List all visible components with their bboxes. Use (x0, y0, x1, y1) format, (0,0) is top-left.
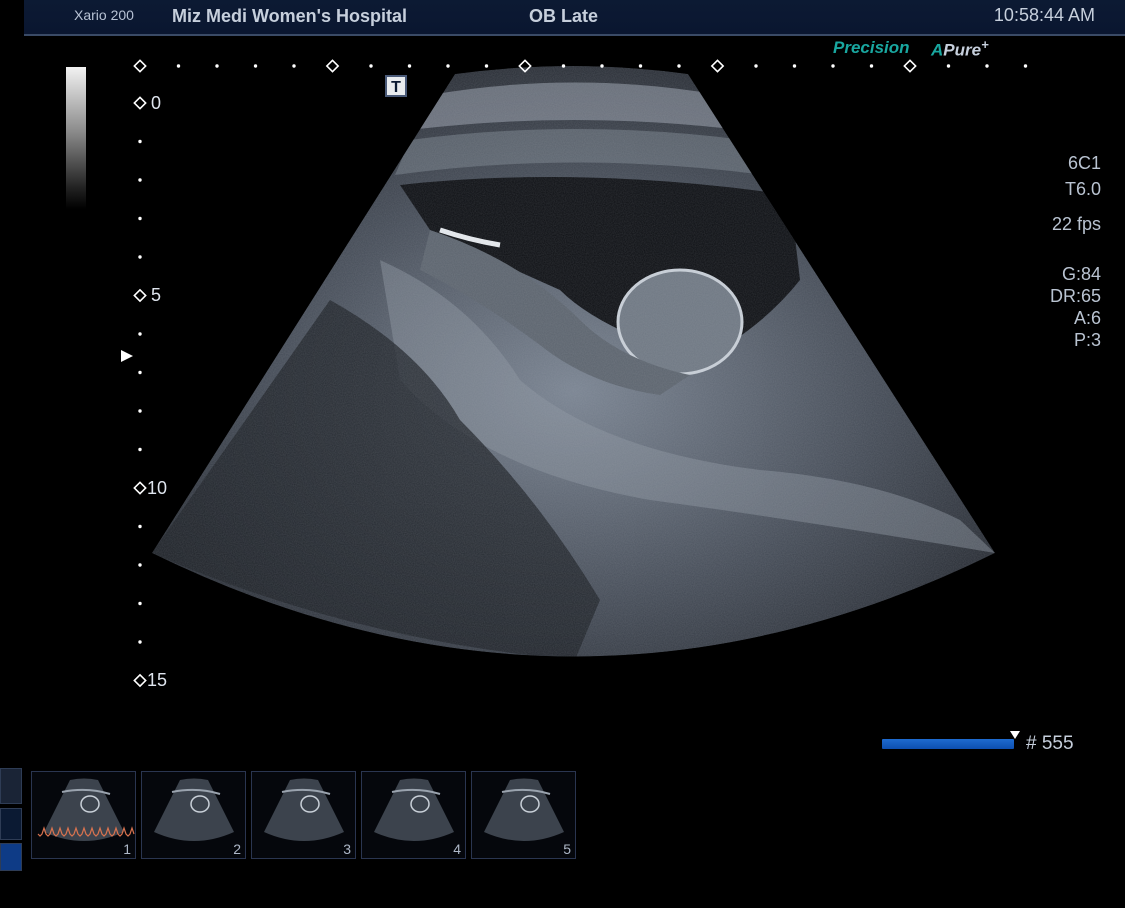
ultrasound-sector (152, 66, 995, 657)
p-param-label: P:3 (1073, 330, 1101, 350)
lateral-tick (946, 64, 951, 68)
depth-tick (138, 601, 142, 606)
depth-tick (138, 216, 142, 221)
depth-tick (133, 481, 147, 495)
lateral-tick (253, 64, 258, 68)
depth-tick (138, 447, 142, 452)
depth-tick (138, 640, 142, 644)
side-tab-chevron[interactable] (0, 768, 22, 804)
depth-tick (138, 370, 142, 375)
thumbnail-number: 5 (563, 841, 571, 857)
lateral-tick (561, 64, 566, 68)
depth-label-0: 0 (151, 93, 162, 113)
a-param-label: A:6 (1073, 308, 1101, 328)
thumbnail-number: 3 (343, 841, 351, 857)
side-tab-active[interactable] (0, 843, 22, 871)
side-tab[interactable] (0, 808, 22, 840)
depth-scale (133, 96, 147, 688)
lateral-tick (754, 64, 758, 68)
lateral-tick (369, 64, 373, 68)
ultrasound-screen: Xario 200 Miz Medi Women's Hospital OB L… (0, 0, 1125, 908)
lateral-tick (215, 64, 219, 68)
thumbnail-number: 1 (123, 841, 131, 857)
lateral-tick (677, 64, 681, 68)
lateral-tick (638, 64, 643, 68)
depth-tick (138, 332, 142, 336)
lateral-tick (484, 64, 489, 68)
thumbnail-4[interactable]: 4 (361, 771, 466, 859)
depth-label-5: 5 (151, 285, 162, 305)
gain-label: G:84 (1061, 264, 1101, 284)
lateral-tick (133, 59, 147, 73)
depth-label-15: 15 (147, 670, 168, 690)
thumbnail-1[interactable]: 1 (31, 771, 136, 859)
lateral-tick (446, 64, 450, 68)
depth-tick (138, 409, 142, 413)
depth-tick (138, 563, 142, 567)
depth-tick (138, 524, 142, 529)
thumbnail-3[interactable]: 3 (251, 771, 356, 859)
dynamic-range-label: DR:65 (1049, 286, 1101, 306)
cine-progress-bar[interactable] (882, 739, 1014, 749)
lateral-tick (325, 59, 340, 73)
probe-label: 6C1 (1067, 153, 1101, 173)
thumbnail-side-tabs (0, 768, 22, 908)
lateral-tick (831, 64, 835, 68)
lateral-tick (407, 64, 412, 68)
lateral-tick (710, 59, 725, 73)
depth-label-10: 10 (147, 478, 168, 498)
depth-tick (133, 96, 147, 110)
depth-tick (138, 139, 142, 144)
lateral-tick (1023, 64, 1028, 68)
t-marker-icon[interactable]: T (385, 75, 407, 97)
depth-tick (133, 288, 147, 303)
thumbnail-number: 2 (233, 841, 241, 857)
depth-tick (138, 255, 142, 259)
lateral-tick (792, 64, 797, 68)
focus-marker[interactable] (121, 350, 133, 362)
thumbnail-2[interactable]: 2 (141, 771, 246, 859)
lateral-tick (600, 64, 604, 68)
depth-tick (138, 178, 142, 182)
lateral-tick (903, 59, 917, 73)
lateral-tick (985, 64, 989, 68)
thumbnail-5[interactable]: 5 (471, 771, 576, 859)
fps-label: 22 fps (1051, 214, 1101, 234)
cine-position-marker[interactable] (1010, 731, 1020, 739)
lateral-tick (292, 64, 296, 68)
lateral-tick (869, 64, 874, 68)
lateral-tick (176, 64, 181, 68)
frame-count: # 555 (1026, 733, 1074, 754)
depth-tick (133, 673, 147, 688)
thumbnail-number: 4 (453, 841, 461, 857)
thi-label: T6.0 (1064, 179, 1101, 199)
